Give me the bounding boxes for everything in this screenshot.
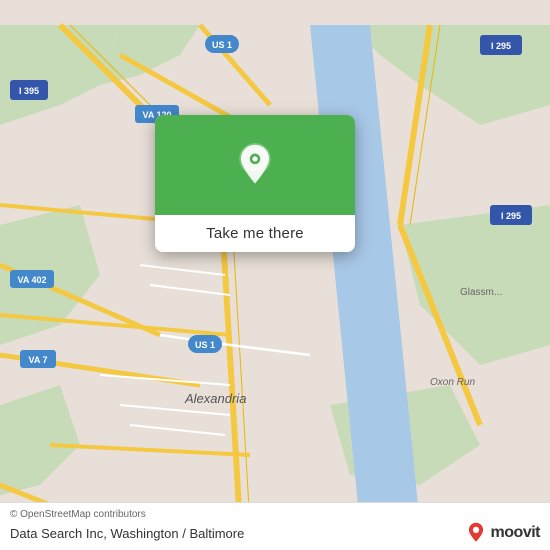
svg-text:Oxon Run: Oxon Run — [430, 377, 475, 388]
bottom-bar: © OpenStreetMap contributors Data Search… — [0, 502, 550, 550]
map-background: I 395 VA 120 US 1 I 295 I 295 VA 402 VA … — [0, 0, 550, 550]
copyright-text: © OpenStreetMap contributors — [10, 509, 540, 520]
moovit-pin-icon — [465, 522, 487, 544]
location-label: Data Search Inc, Washington / Baltimore — [10, 526, 244, 541]
svg-text:Glassm...: Glassm... — [460, 287, 502, 298]
svg-text:US 1: US 1 — [212, 40, 232, 50]
svg-text:I 395: I 395 — [19, 86, 39, 96]
moovit-text: moovit — [491, 524, 540, 542]
svg-text:I 295: I 295 — [501, 211, 521, 221]
svg-text:VA 402: VA 402 — [17, 275, 46, 285]
bottom-row: Data Search Inc, Washington / Baltimore … — [10, 522, 540, 544]
take-me-there-button[interactable]: Take me there — [155, 215, 355, 252]
moovit-logo: moovit — [465, 522, 540, 544]
location-pin-icon — [233, 143, 277, 187]
svg-text:I 295: I 295 — [491, 41, 511, 51]
svg-text:US 1: US 1 — [195, 340, 215, 350]
map-container: I 395 VA 120 US 1 I 295 I 295 VA 402 VA … — [0, 0, 550, 550]
popup-header — [155, 115, 355, 215]
svg-text:VA 7: VA 7 — [28, 355, 47, 365]
svg-text:Alexandria: Alexandria — [184, 391, 246, 406]
popup-card: Take me there — [155, 115, 355, 252]
